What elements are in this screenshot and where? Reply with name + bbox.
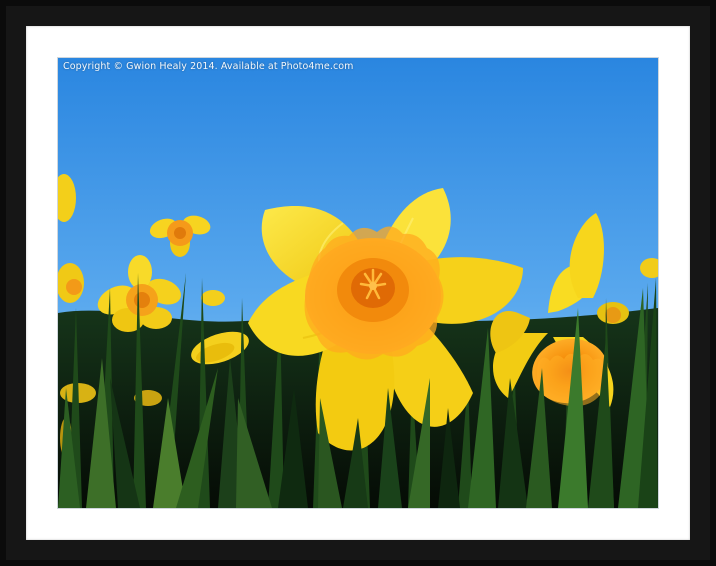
background-daffodil-small (201, 290, 225, 306)
background-daffodil-right (597, 302, 629, 324)
copyright-watermark: Copyright © Gwion Healy 2014. Available … (63, 61, 354, 72)
daffodil-photo (58, 58, 658, 508)
